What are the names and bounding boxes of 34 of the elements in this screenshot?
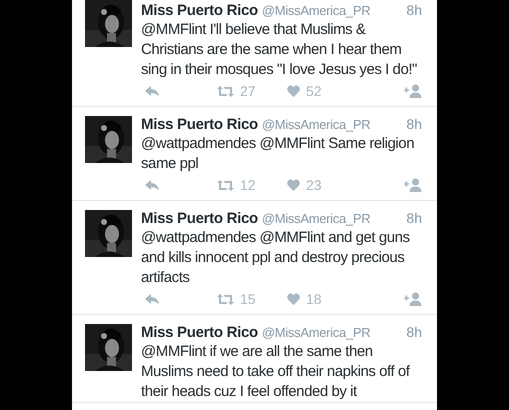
- user-name: Miss Puerto Rico: [141, 115, 258, 135]
- tweet-text: @MMFlint I'll believe that Muslims & Christians are the same when I hear them sing in their mosques "I love Jesus yes I do!": [141, 20, 418, 80]
- tweet-time: 8h: [406, 209, 422, 228]
- retweet-count: 12: [240, 176, 256, 194]
- reply-icon[interactable]: [145, 180, 159, 190]
- tweet-time: 8h: [406, 115, 422, 134]
- like-count: 23: [306, 176, 322, 194]
- like-count: 18: [306, 290, 322, 308]
- retweet-icon[interactable]: [217, 86, 234, 96]
- user-name: Miss Puerto Rico: [141, 209, 258, 229]
- retweet-icon[interactable]: [217, 294, 234, 304]
- heart-icon[interactable]: [287, 293, 300, 305]
- heart-icon[interactable]: [287, 179, 300, 191]
- like-count: 52: [306, 82, 322, 100]
- tweet-time: 8h: [406, 323, 422, 342]
- reply-icon[interactable]: [145, 86, 159, 96]
- follow-user-icon[interactable]: [404, 292, 422, 306]
- retweet-count: 15: [240, 290, 256, 308]
- heart-icon[interactable]: [287, 85, 300, 97]
- user-handle: @MissAmerica_PR: [262, 2, 370, 20]
- follow-user-icon[interactable]: [404, 84, 422, 98]
- tweet-text: @wattpadmendes @MMFlint Same religion same ppl: [141, 134, 416, 174]
- user-name: Miss Puerto Rico: [141, 323, 258, 343]
- retweet-icon[interactable]: [217, 180, 234, 190]
- follow-user-icon[interactable]: [404, 178, 422, 192]
- tweet-text: @wattpadmendes @MMFlint and get guns and kills innocent ppl and destroy precious artifacts: [141, 228, 411, 288]
- tweet-time: 8h: [406, 1, 422, 20]
- tweet-text: @MMFlint if we are all the same then Muslims need to take off their napkins off of their heads cuz I feel offended by it: [141, 342, 411, 402]
- user-name: Miss Puerto Rico: [141, 1, 258, 21]
- user-handle: @MissAmerica_PR: [262, 116, 370, 134]
- user-handle: @MissAmerica_PR: [262, 324, 370, 342]
- user-handle: @MissAmerica_PR: [262, 210, 370, 228]
- reply-icon[interactable]: [145, 294, 159, 304]
- retweet-count: 27: [240, 82, 256, 100]
